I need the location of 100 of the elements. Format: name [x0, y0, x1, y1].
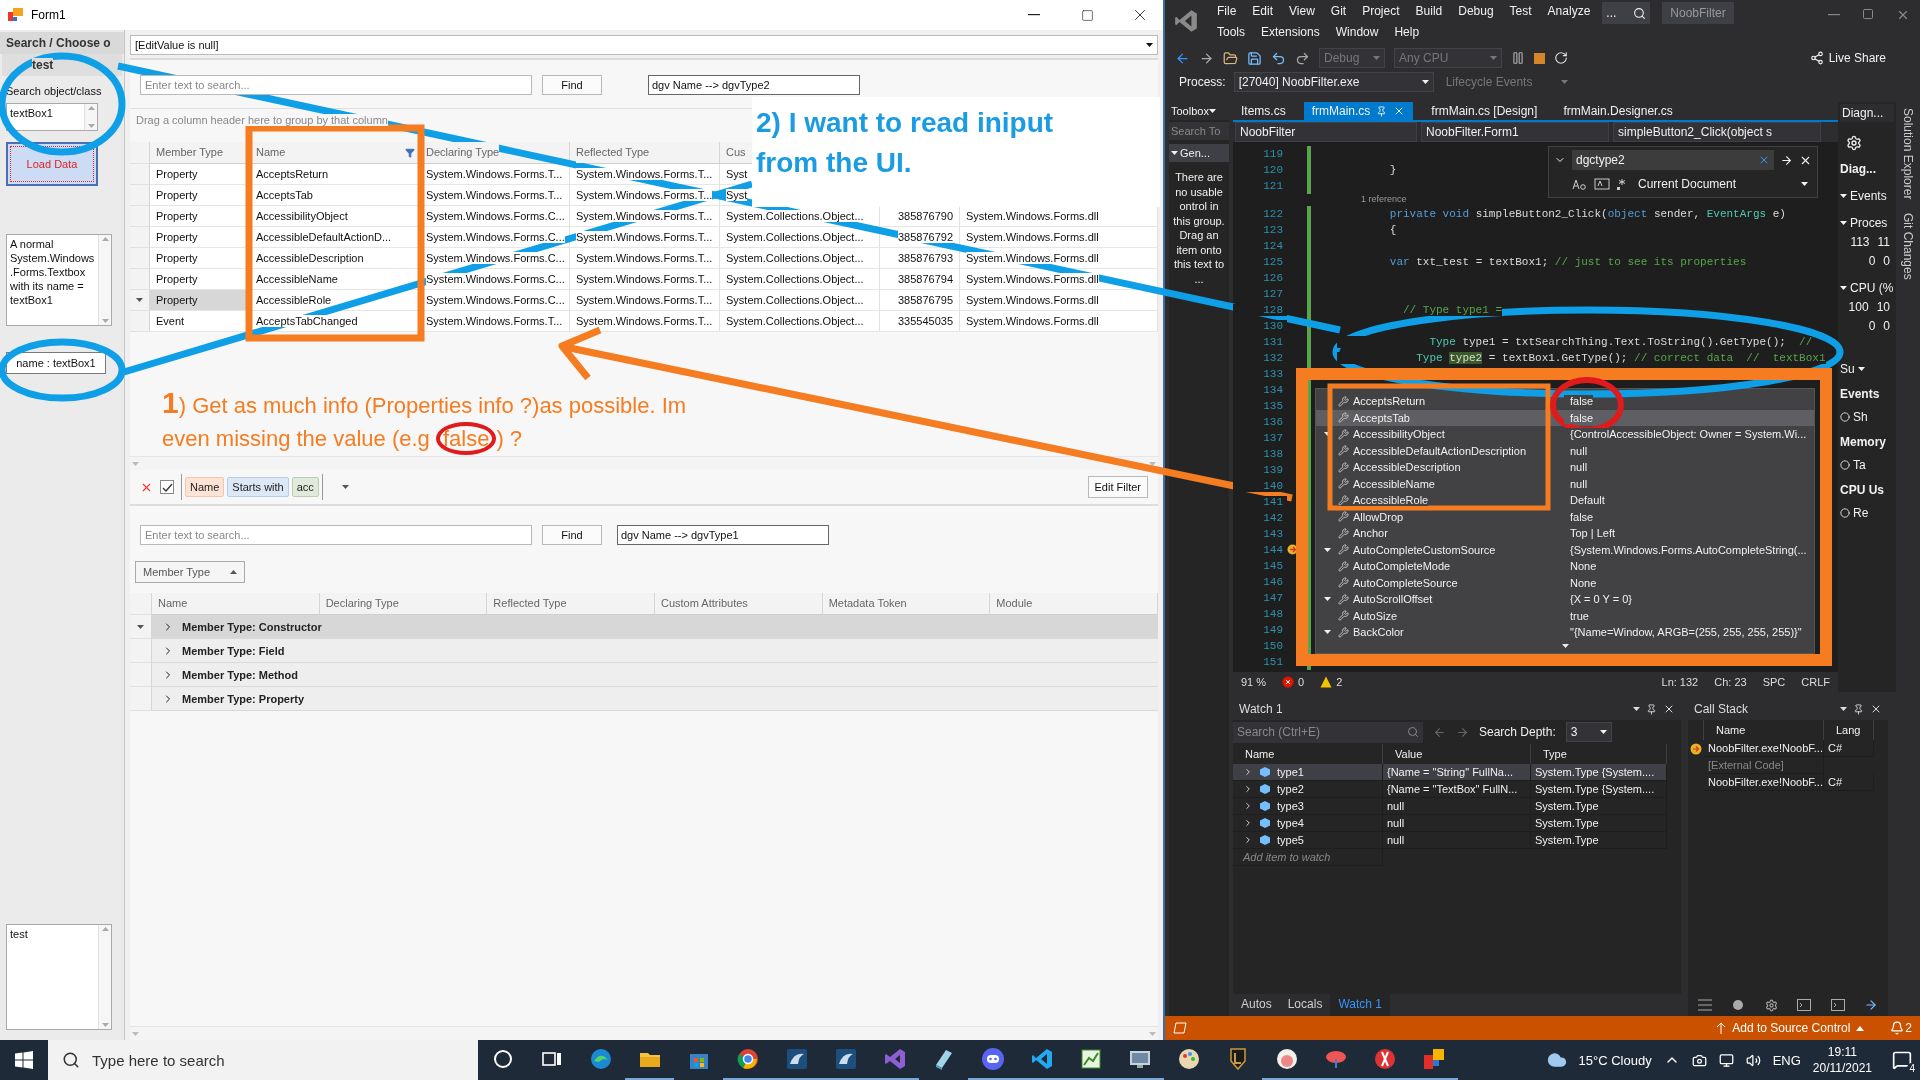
member-type-cell: Event	[150, 311, 250, 332]
menu-item[interactable]: View	[1281, 2, 1323, 20]
edit-filter-button[interactable]: Edit Filter	[1087, 476, 1148, 498]
toolbox-group[interactable]: Gen...	[1169, 144, 1229, 162]
document-tab[interactable]: Items.cs	[1233, 102, 1294, 120]
side-tab[interactable]: Git Changes	[1901, 213, 1915, 281]
taskbar-search[interactable]: Type here to search	[48, 1040, 478, 1080]
search-field[interactable]: Search To	[1169, 122, 1229, 140]
line-number: 128	[1233, 304, 1287, 316]
navigation-dropdown[interactable]: simpleButton2_Click(object s	[1613, 122, 1821, 142]
summary-tab[interactable]: Su	[1840, 362, 1894, 376]
section-header[interactable]: Proces	[1840, 216, 1894, 230]
group-by-chip[interactable]: Member Type	[135, 561, 245, 583]
group-row[interactable]: Member Type: Field	[152, 639, 1158, 663]
metadata-token-cell: 385876795	[897, 294, 953, 306]
menu-item[interactable]: Edit	[1244, 2, 1282, 20]
menu-item[interactable]: Git	[1322, 2, 1355, 20]
panel-tab[interactable]: Watch 1	[1330, 994, 1390, 1016]
watch-name-cell[interactable]: type5	[1233, 832, 1383, 849]
search-field[interactable]: Search (Ctrl+E)	[1233, 721, 1423, 743]
live-share-button[interactable]: Live Share	[1803, 50, 1892, 66]
scope-dropdown[interactable]: Current Document	[1634, 174, 1812, 194]
panel-title: Call Stack	[1694, 702, 1749, 716]
depth-dropdown[interactable]: 3	[1565, 722, 1612, 742]
document-tab[interactable]: frmMain.Designer.cs	[1555, 102, 1681, 120]
reflected-type-cell: System.Windows.Forms.T...	[576, 231, 713, 243]
filter-operator-chip[interactable]: Starts with	[227, 477, 289, 497]
panel-title[interactable]: Toolbox	[1169, 102, 1229, 120]
section-header[interactable]: Events	[1840, 189, 1894, 203]
document-tab[interactable]: frmMain.cs [Design]	[1423, 102, 1546, 120]
reflected-type-cell: System.Windows.Forms.T...	[576, 273, 713, 285]
list-item[interactable]: Ta	[1840, 458, 1894, 472]
text-field[interactable]: dgv Name --> dgvType1	[617, 525, 829, 545]
clock[interactable]: 19:11 20/11/2021	[1812, 1044, 1872, 1076]
menu-item[interactable]: Analyze	[1539, 2, 1599, 20]
menu-item[interactable]: Window	[1327, 23, 1387, 41]
module-cell: System.Windows.Forms.dll	[966, 231, 1099, 243]
panel-title: Watch 1	[1239, 702, 1283, 716]
panel-header: Search / Choose o	[0, 32, 124, 54]
navigation-dropdown[interactable]: NoobFilter.Form1	[1421, 122, 1609, 142]
menu-item[interactable]: Help	[1386, 23, 1428, 41]
name-cell: AcceptsReturn	[256, 168, 329, 180]
side-tab[interactable]: Solution Explorer	[1901, 108, 1915, 200]
notes-box[interactable]: test	[6, 924, 112, 1030]
watch-name-cell[interactable]: type2	[1233, 781, 1383, 798]
filter-field-chip[interactable]: Name	[185, 477, 225, 497]
watch-name-cell[interactable]: type4	[1233, 815, 1383, 832]
search-field[interactable]: Enter text to search...	[140, 75, 532, 95]
property-name: AccessibleRole	[1353, 494, 1429, 507]
filter-value-chip[interactable]: acc	[291, 477, 319, 497]
property-name: AllowDrop	[1353, 510, 1404, 523]
group-row[interactable]: Member Type: Method	[152, 663, 1158, 687]
name-field[interactable]: name : textBox1	[6, 352, 106, 374]
list-item[interactable]: Sh	[1840, 410, 1894, 424]
column-header[interactable]: Lang	[1824, 720, 1874, 740]
list-item[interactable]: Re	[1840, 506, 1894, 520]
menu-item[interactable]: Extensions	[1253, 23, 1328, 41]
find-button[interactable]: Find	[542, 75, 602, 95]
group-row[interactable]: Member Type: Constructor	[152, 615, 1158, 639]
frame-name-cell[interactable]: NoobFilter.exe!NoobF...	[1704, 740, 1824, 757]
navigation-dropdown[interactable]: NoobFilter	[1235, 122, 1417, 142]
menu-item[interactable]: Tools	[1209, 23, 1253, 41]
axis-value: 10	[1876, 300, 1890, 314]
property-name: AutoCompleteMode	[1353, 560, 1451, 573]
source-control-button[interactable]: Add to Source Control	[1716, 1021, 1865, 1035]
menu-item[interactable]: Test	[1501, 2, 1540, 20]
panel-title[interactable]: Diagn...	[1840, 104, 1894, 122]
column-header[interactable]: Name	[1704, 720, 1824, 740]
watch-name-cell[interactable]: type1	[1233, 764, 1383, 781]
watch-value-cell: null	[1383, 798, 1531, 815]
language-indicator[interactable]: ENG	[1772, 1052, 1801, 1068]
zoom-level[interactable]: 91 %	[1241, 676, 1267, 688]
name-cell: AcceptsTab	[256, 189, 313, 201]
search-field[interactable]: Enter text to search...	[140, 525, 532, 545]
add-watch-field[interactable]: Add item to watch	[1233, 849, 1383, 866]
watch-type-cell: System.Type {System....	[1531, 781, 1667, 798]
find-button[interactable]: Find	[542, 525, 602, 545]
property-name: Anchor	[1353, 527, 1388, 540]
search-field[interactable]: textBox1	[6, 103, 98, 131]
property-name: AutoSize	[1353, 609, 1398, 622]
property-value: {ControlAccessibleObject: Owner = System.Wi...	[1564, 428, 1807, 441]
panel-tab[interactable]: Autos	[1233, 994, 1280, 1016]
frame-name-cell[interactable]: NoobFilter.exe!NoobF...	[1704, 774, 1824, 791]
menu-item[interactable]: File	[1209, 2, 1245, 20]
text-field[interactable]: dgv Name --> dgvType2	[648, 75, 860, 95]
description-box[interactable]: A normal System.Windows .Forms.Textbox with its name = textBox1	[6, 234, 112, 326]
process-dropdown[interactable]: [27040] NoobFilter.exe	[1233, 72, 1434, 92]
watch-name-cell[interactable]: type3	[1233, 798, 1383, 815]
panel-tab[interactable]: Locals	[1279, 994, 1331, 1016]
search-box[interactable]: ...	[1602, 2, 1651, 24]
edit-value-combo[interactable]: [EditValue is null]	[130, 35, 1158, 55]
declaring-type-cell: System.Windows.Forms.C...	[426, 210, 565, 222]
menu-item[interactable]: Debug	[1450, 2, 1502, 20]
section-header[interactable]: CPU (%	[1840, 281, 1894, 295]
menu-item[interactable]: Build	[1407, 2, 1451, 20]
find-field[interactable]: dgctype2	[1572, 150, 1774, 170]
property-value: false	[1564, 411, 1594, 424]
frame-name-cell[interactable]: [External Code]	[1704, 757, 1824, 774]
group-row[interactable]: Member Type: Property	[152, 687, 1158, 711]
menu-item[interactable]: Project	[1354, 2, 1408, 20]
